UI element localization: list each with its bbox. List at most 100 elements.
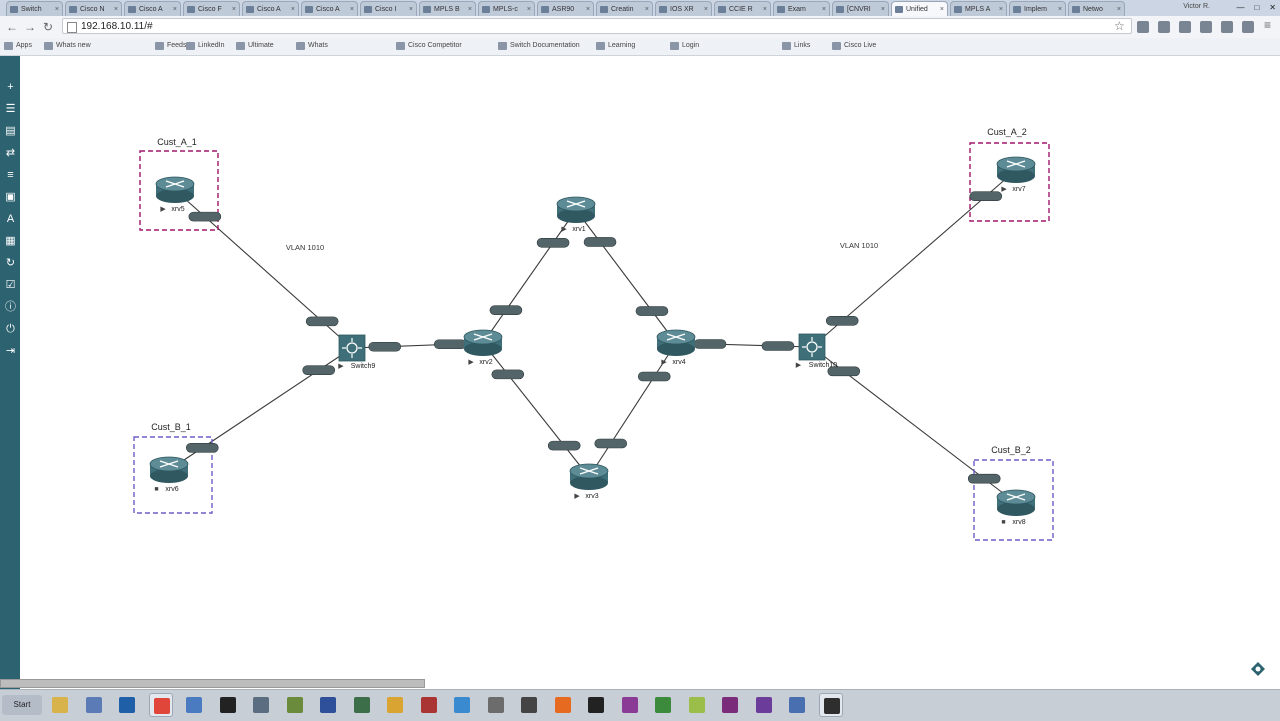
back-icon[interactable]: ← [6,20,18,34]
browser-tab[interactable]: CCIE R × [714,1,771,16]
interface-switch9-xrv2-b[interactable] [433,339,467,350]
interface-switch10-xrv8-b[interactable] [967,473,1001,484]
node-xrv6[interactable]: ■ xrv6 [149,456,189,493]
browser-tab[interactable]: MPLS A × [950,1,1007,16]
bookmark-item[interactable]: Feeds [155,40,186,52]
bookmark-item[interactable]: Whats [296,40,328,52]
extension-m-icon[interactable] [1221,21,1233,33]
align-icon[interactable]: ≡ [5,170,16,181]
taskbar-monitor-icon[interactable] [517,693,541,717]
horizontal-scrollbar[interactable] [0,679,425,688]
extension-globe-icon[interactable] [1179,21,1191,33]
node-xrv5[interactable]: ▶ xrv5 [155,176,195,213]
logout-icon[interactable]: ⇥ [5,346,16,357]
taskbar-calculator-icon[interactable] [249,693,273,717]
text-icon[interactable]: A [5,214,16,225]
link-xrv1-xrv4[interactable] [575,209,677,344]
tab-close-icon[interactable]: × [527,2,531,16]
tab-close-icon[interactable]: × [468,2,472,16]
taskbar-visio-icon[interactable] [752,693,776,717]
node-xrv4[interactable]: ▶ xrv4 [656,329,696,366]
refresh-icon[interactable]: ↻ [5,258,16,269]
extension-cast-icon[interactable] [1137,21,1149,33]
tab-close-icon[interactable]: × [55,2,59,16]
taskbar-app-icon[interactable] [818,693,843,717]
bookmark-item[interactable]: LinkedIn [186,40,224,52]
taskbar-maps-icon[interactable] [350,693,374,717]
taskbar-pen-icon[interactable] [316,693,340,717]
interface-switch10-xrv7-b[interactable] [969,191,1003,202]
browser-tab[interactable]: Cisco I × [360,1,417,16]
browser-tab[interactable]: Implem × [1009,1,1066,16]
info-icon[interactable]: ⓘ [5,302,16,313]
tab-close-icon[interactable]: × [822,2,826,16]
bookmark-item[interactable]: Ultimate [236,40,274,52]
grid-icon[interactable]: ▦ [5,236,16,247]
taskbar-apps-icon[interactable] [82,693,106,717]
browser-tab[interactable]: Cisco A × [124,1,181,16]
tab-close-icon[interactable]: × [1058,2,1062,16]
menu-icon[interactable]: ≡ [1264,18,1271,32]
interface-xrv6-switch9-b[interactable] [302,365,336,375]
browser-tab[interactable]: Netwo × [1068,1,1125,16]
taskbar-network-icon[interactable] [785,693,809,717]
browser-tab[interactable]: Cisco F × [183,1,240,16]
interface-xrv2-xrv3-b[interactable] [547,440,581,451]
tab-close-icon[interactable]: × [999,2,1003,16]
taskbar-vpn-icon[interactable] [450,693,474,717]
link-xrv2-xrv3[interactable] [482,342,590,478]
taskbar-settings-icon[interactable] [484,693,508,717]
browser-tab[interactable]: Cisco A × [301,1,358,16]
maximize-icon[interactable]: □ [1254,3,1259,12]
topology-canvas[interactable]: Cust_A_1 Cust_B_1 Cust_A_2 Cust_B_2 ▶ xrv1 ▶ x… [20,56,1280,689]
taskbar-photoshop-icon[interactable] [115,693,139,717]
tab-close-icon[interactable]: × [940,2,944,16]
tab-close-icon[interactable]: × [409,2,413,16]
browser-tab[interactable]: Cisco A × [242,1,299,16]
tab-close-icon[interactable]: × [173,2,177,16]
interface-xrv3-xrv4-a[interactable] [594,438,628,449]
taskbar-remote-icon[interactable] [182,693,206,717]
image-icon[interactable]: ▣ [5,192,16,203]
stack-icon[interactable]: ▤ [5,126,16,137]
browser-tab[interactable]: ASR90 × [537,1,594,16]
bookmark-item[interactable]: Learning [596,40,635,52]
bookmark-item[interactable]: Apps [4,40,32,52]
taskbar-explorer-icon[interactable] [48,693,72,717]
taskbar-chrome-icon[interactable] [148,693,173,717]
tab-close-icon[interactable]: × [114,2,118,16]
interface-xrv3-xrv4-b[interactable] [637,371,671,382]
browser-tab[interactable]: Creatin × [596,1,653,16]
interface-xrv2-xrv1-b[interactable] [536,237,570,248]
interface-xrv1-xrv4-a[interactable] [583,237,617,247]
swap-icon[interactable]: ⇄ [5,148,16,159]
extension-v-icon[interactable] [1158,21,1170,33]
tab-close-icon[interactable]: × [763,2,767,16]
tab-close-icon[interactable]: × [704,2,708,16]
browser-tab[interactable]: MPLS B × [419,1,476,16]
interface-xrv5-switch9-b[interactable] [305,316,339,327]
browser-tab[interactable]: Cisco N × [65,1,122,16]
interface-xrv5-switch9-a[interactable] [188,211,222,222]
power-icon[interactable]: ⏻ [5,324,16,335]
node-switch9[interactable]: ▶ Switch9 [338,334,375,370]
interface-xrv4-switch10-a[interactable] [693,339,727,349]
interface-xrv6-switch9-a[interactable] [185,443,219,453]
settings-gear-icon[interactable] [1251,662,1265,676]
browser-tab[interactable]: Exam × [773,1,830,16]
bookmark-item[interactable]: Switch Documentation [498,40,580,52]
browser-tab[interactable]: [CNVRI × [832,1,889,16]
browser-tab[interactable]: MPLS-c × [478,1,535,16]
tab-close-icon[interactable]: × [586,2,590,16]
tab-close-icon[interactable]: × [645,2,649,16]
interface-switch10-xrv7-a[interactable] [825,315,859,326]
taskbar-terminal-icon[interactable] [216,693,240,717]
check-icon[interactable]: ☑ [5,280,16,291]
bookmark-item[interactable]: Cisco Live [832,40,876,52]
browser-tab[interactable]: Unified × [891,1,948,16]
bookmark-star-icon[interactable]: ☆ [1114,19,1125,33]
node-switch10[interactable]: ▶ Switch10 [796,333,838,369]
add-icon[interactable]: + [5,82,16,93]
browser-tab[interactable]: Switch × [6,1,63,16]
tab-close-icon[interactable]: × [350,2,354,16]
